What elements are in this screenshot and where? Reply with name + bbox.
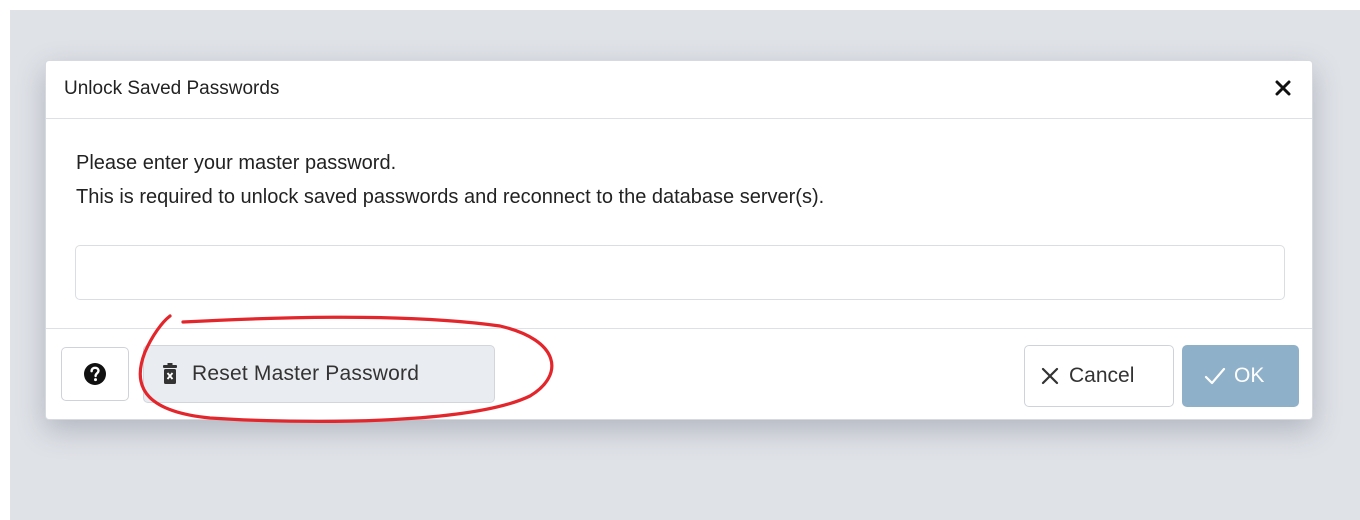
close-button[interactable] xyxy=(1272,77,1294,99)
cancel-button[interactable]: Cancel xyxy=(1024,345,1174,407)
close-icon xyxy=(1275,80,1291,96)
ok-button[interactable]: OK xyxy=(1182,345,1299,407)
reset-master-password-button[interactable]: Reset Master Password xyxy=(143,345,495,403)
explanation-text: This is required to unlock saved passwor… xyxy=(76,186,825,208)
trash-icon xyxy=(163,363,177,384)
instruction-text: Please enter your master password. xyxy=(76,152,397,174)
check-icon xyxy=(1204,367,1226,385)
unlock-passwords-dialog: Unlock Saved Passwords Please enter your… xyxy=(45,60,1313,420)
cancel-label: Cancel xyxy=(1069,364,1135,387)
dialog-header: Unlock Saved Passwords xyxy=(46,61,1312,119)
reset-master-password-label: Reset Master Password xyxy=(192,362,420,385)
help-button[interactable] xyxy=(61,347,129,401)
dialog-title: Unlock Saved Passwords xyxy=(64,78,280,99)
question-circle-icon xyxy=(84,363,106,385)
x-icon xyxy=(1041,367,1059,385)
ok-label: OK xyxy=(1234,364,1265,387)
master-password-input[interactable] xyxy=(75,245,1285,300)
